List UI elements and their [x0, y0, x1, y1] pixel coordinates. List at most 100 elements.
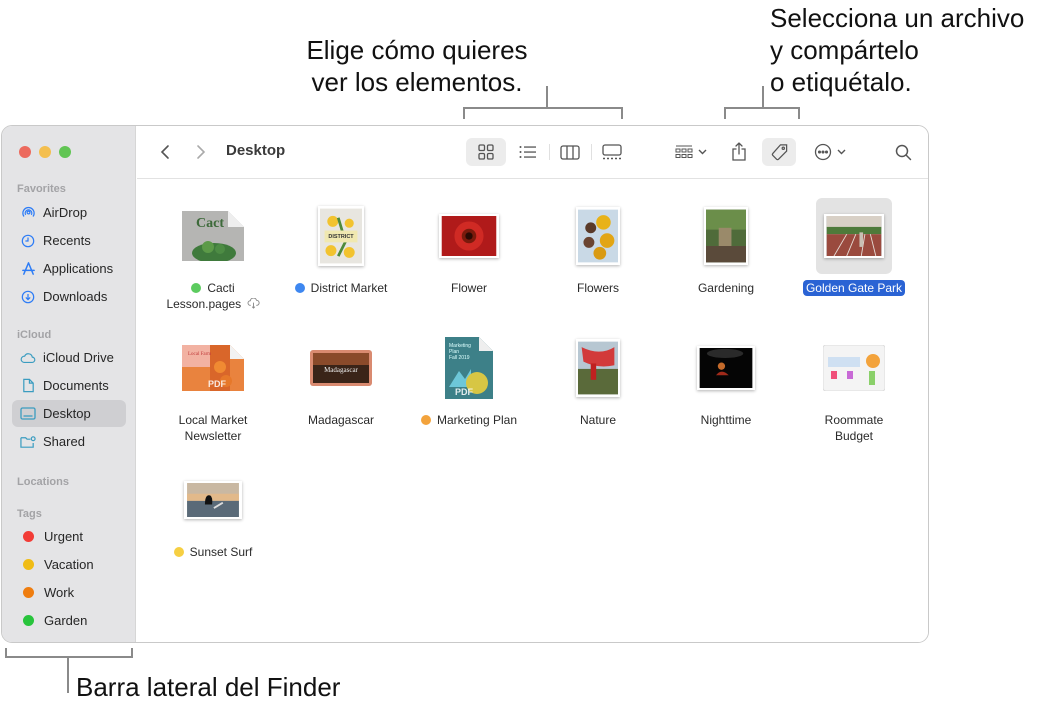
file-name-line: Nighttime [700, 413, 752, 427]
applications-icon [20, 261, 36, 277]
sidebar-tag-work[interactable]: Work [12, 579, 126, 606]
callout-line: y compártelo [770, 35, 919, 65]
sidebar-item-applications[interactable]: Applications [12, 255, 126, 282]
file-thumbnail [560, 330, 636, 406]
search-button[interactable] [889, 138, 917, 166]
callout-bracket [67, 657, 69, 693]
cloud-icon [20, 350, 36, 366]
file-name-line: Lesson.pages [166, 297, 242, 311]
file-item[interactable]: Flowers [534, 198, 662, 296]
share-button[interactable] [724, 138, 754, 166]
image-icon [576, 339, 620, 397]
toolbar: Desktop [137, 126, 928, 179]
image-icon [439, 214, 499, 258]
chevron-down-icon [698, 149, 707, 155]
file-thumbnail [816, 198, 892, 274]
sidebar-item-shared[interactable]: Shared [12, 428, 126, 455]
file-name: Golden Gate Park [790, 280, 918, 296]
file-item[interactable]: Madagascar Madagascar [277, 330, 405, 428]
clock-icon [20, 233, 36, 249]
file-name-line: Flowers [576, 281, 619, 295]
file-item[interactable]: Gardening [662, 198, 790, 296]
sidebar-tag-vacation[interactable]: Vacation [12, 551, 126, 578]
search-icon [895, 144, 911, 160]
pdf-document-icon: Local Farm PDF [182, 345, 244, 391]
sidebar-tag-garden[interactable]: Garden [12, 607, 126, 634]
file-name: Gardening [662, 280, 790, 296]
file-thumbnail: DISTRICT [303, 198, 379, 274]
svg-text:PDF: PDF [455, 387, 474, 397]
sidebar-tag-urgent[interactable]: Urgent [12, 523, 126, 550]
finder-window: Favorites AirDrop Recents Applications D… [1, 125, 929, 643]
file-item[interactable]: Nature [534, 330, 662, 428]
forward-icon [197, 145, 206, 159]
file-name-line: Marketing Plan [436, 413, 518, 427]
tag-color-dot [173, 547, 184, 557]
chevron-down-icon [837, 149, 846, 155]
sidebar-item-documents[interactable]: Documents [12, 372, 126, 399]
file-name-line: Golden Gate Park [802, 280, 906, 296]
callout-bracket [762, 86, 764, 108]
file-name: Marketing Plan [405, 412, 533, 428]
sidebar-item-recents[interactable]: Recents [12, 227, 126, 254]
section-locations[interactable]: Locations [17, 476, 69, 488]
file-item[interactable]: DISTRICT District Market [277, 198, 405, 296]
back-icon [160, 145, 169, 159]
file-thumbnail: Marketing Plan Fall 2019 PDF [431, 330, 507, 406]
file-item[interactable]: Cact Cacti Lesson.pages [149, 198, 277, 312]
zoom-button[interactable] [59, 146, 71, 158]
keynote-icon: Madagascar [310, 350, 372, 386]
tag-color-dot [23, 615, 34, 626]
pdf-document-icon: MarketingPlanFall 2019PDF [445, 337, 493, 399]
file-thumbnail: Madagascar [303, 330, 379, 406]
sidebar-item-downloads[interactable]: Downloads [12, 283, 126, 310]
more-icon [814, 143, 832, 161]
file-item[interactable]: Roommate Budget [790, 330, 918, 444]
columns-icon [560, 144, 580, 160]
sidebar-item-label: Documents [43, 378, 109, 393]
file-item[interactable]: Local Farm PDF Local Market Newsletter [149, 330, 277, 444]
callout-line: Selecciona un archivo [770, 3, 1025, 33]
gallery-icon [602, 144, 622, 160]
file-item[interactable]: Golden Gate Park [790, 198, 918, 296]
minimize-button[interactable] [39, 146, 51, 158]
tag-color-dot [294, 283, 305, 293]
tag-icon [771, 143, 787, 160]
image-icon [184, 481, 242, 519]
file-name-line: Nature [579, 413, 617, 427]
image-icon [824, 214, 884, 258]
tag-color-dot [23, 587, 34, 598]
sidebar-item-icloud-drive[interactable]: iCloud Drive [12, 344, 126, 371]
file-item[interactable]: Sunset Surf [149, 462, 277, 560]
section-icloud: iCloud [17, 329, 52, 341]
file-item[interactable]: Marketing Plan Fall 2019 PDF Marketing Plan [405, 330, 533, 428]
close-button[interactable] [19, 146, 31, 158]
share-icon [732, 142, 746, 161]
list-view-button[interactable] [510, 138, 546, 166]
tag-color-dot [23, 559, 34, 570]
sidebar-item-airdrop[interactable]: AirDrop [12, 199, 126, 226]
file-name-line: Newsletter [184, 429, 242, 443]
callout-bracket [724, 107, 800, 119]
forward-button[interactable] [189, 138, 213, 166]
grid-icon [478, 144, 494, 160]
sidebar-item-label: Garden [44, 613, 88, 628]
sidebar-item-desktop[interactable]: Desktop [12, 400, 126, 427]
group-button[interactable] [670, 138, 712, 166]
tag-button[interactable] [762, 138, 796, 166]
file-name-line: Madagascar [307, 413, 375, 427]
column-view-button[interactable] [552, 138, 588, 166]
section-tags[interactable]: Tags [17, 508, 42, 520]
back-button[interactable] [153, 138, 177, 166]
icon-view-button[interactable] [466, 138, 506, 166]
file-thumbnail: Local Farm PDF [175, 330, 251, 406]
file-item[interactable]: Nighttime [662, 330, 790, 428]
sidebar-item-label: Recents [43, 233, 91, 248]
more-actions-button[interactable] [809, 138, 851, 166]
callout-bracket [5, 648, 133, 658]
file-name: Flower [405, 280, 533, 296]
svg-text:DISTRICT: DISTRICT [328, 234, 354, 240]
window-controls [19, 146, 71, 158]
file-item[interactable]: Flower [405, 198, 533, 296]
gallery-view-button[interactable] [594, 138, 630, 166]
